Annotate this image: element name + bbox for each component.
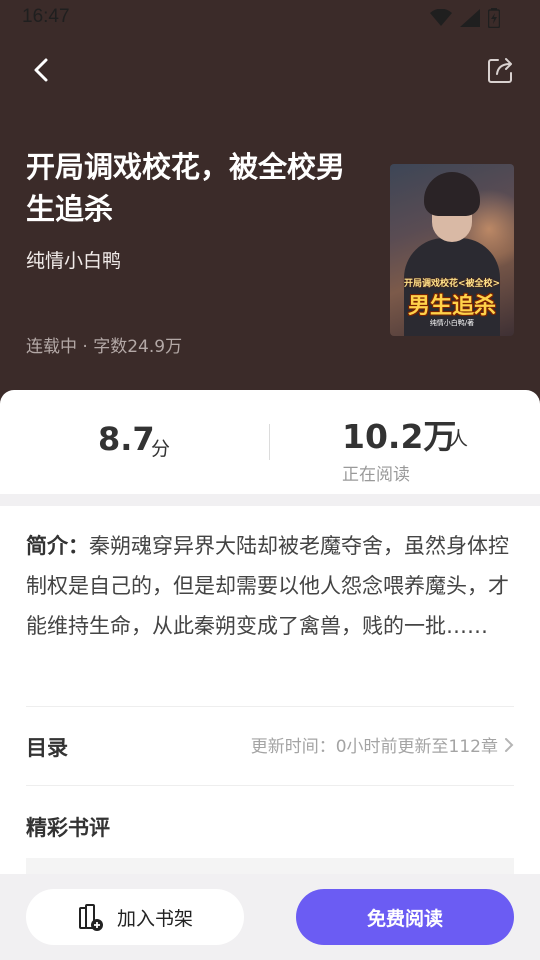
detail-content: 简介：秦朔魂穿异界大陆却被老魔夺舍，虽然身体控制权是自己的，但是却需要以他人怨念… <box>0 506 540 898</box>
book-header: 16:47 开局调戏校花，被全校男生追杀 纯情小白鸭 连载中 · 字数24.9万… <box>0 0 540 420</box>
book-cover: 开局调戏校花<被全校> 男生追杀 纯情小白鸭/著 <box>390 164 514 336</box>
status-icons <box>430 8 500 28</box>
intro-label: 简介： <box>26 534 89 558</box>
back-button[interactable] <box>24 52 60 88</box>
battery-icon <box>488 8 500 28</box>
book-author[interactable]: 纯情小白鸭 <box>26 246 121 273</box>
toc-info: 更新时间：0小时前更新至112章 <box>251 732 514 757</box>
wifi-icon <box>430 9 452 26</box>
cover-figure-hair <box>424 172 480 216</box>
readers-value: 10.2万 <box>342 417 457 456</box>
share-button[interactable] <box>482 52 518 88</box>
bookshelf-add-icon <box>78 904 103 931</box>
toc-update-text: 更新时间：0小时前更新至112章 <box>250 737 498 757</box>
book-meta: 连载中 · 字数24.9万 <box>26 337 183 357</box>
section-divider <box>26 785 514 786</box>
read-free-label: 免费阅读 <box>366 907 443 930</box>
score-unit: 分 <box>151 438 171 460</box>
cover-title: 男生追杀 <box>407 294 496 319</box>
readers-unit: 人 <box>449 428 469 450</box>
add-to-shelf-button[interactable]: 加入书架 <box>26 889 244 945</box>
score-value: 8.7 <box>98 420 155 458</box>
signal-icon <box>460 9 480 27</box>
reviews-title: 精彩书评 <box>26 816 110 840</box>
book-intro[interactable]: 简介：秦朔魂穿异界大陆却被老魔夺舍，虽然身体控制权是自己的，但是却需要以他人怨念… <box>26 526 516 646</box>
cover-author: 纯情小白鸭/著 <box>429 319 475 327</box>
score-stat: 8.7 分 <box>0 390 270 494</box>
readers-stat: 10.2万 人 正在阅读 <box>270 390 540 494</box>
share-icon <box>488 58 512 83</box>
status-bar: 16:47 <box>0 0 540 36</box>
bottom-action-bar: 加入书架 免费阅读 <box>0 874 540 960</box>
chevron-left-icon <box>34 58 48 82</box>
toc-title: 目录 <box>26 736 68 760</box>
chevron-right-icon <box>505 737 514 752</box>
book-title: 开局调戏校花，被全校男生追杀 <box>26 150 346 226</box>
status-time: 16:47 <box>22 6 70 27</box>
add-to-shelf-label: 加入书架 <box>116 907 193 930</box>
read-free-button[interactable]: 免费阅读 <box>296 889 514 945</box>
intro-text: 秦朔魂穿异界大陆却被老魔夺舍，虽然身体控制权是自己的，但是却需要以他人怨念喂养魔… <box>26 534 509 638</box>
readers-label: 正在阅读 <box>342 465 410 485</box>
stats-card: 8.7 分 10.2万 人 正在阅读 <box>0 390 540 494</box>
section-divider <box>26 706 514 707</box>
